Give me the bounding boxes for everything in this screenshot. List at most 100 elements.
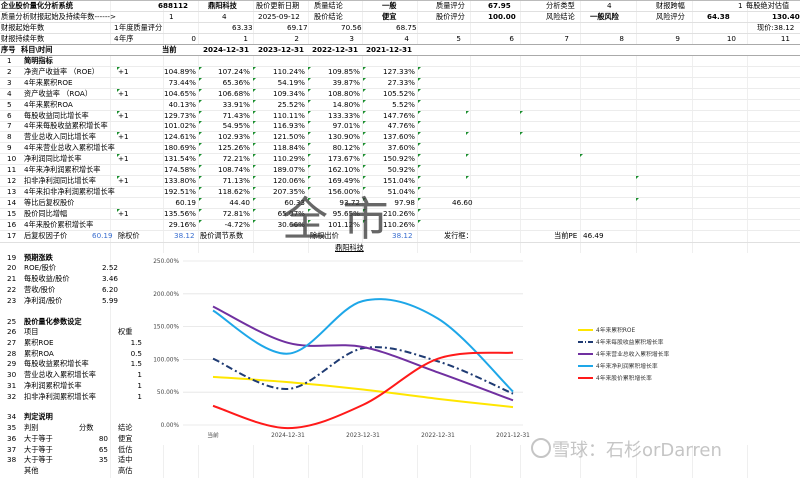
param-weight-input[interactable]: 1: [118, 371, 142, 378]
start-years-input[interactable]: 1: [169, 13, 174, 20]
legend-label: 4年来累积ROE: [596, 326, 635, 334]
forecast-title-index: 19: [7, 253, 17, 262]
table-cell: 118.84%: [273, 143, 305, 153]
forecast-row-value: 2.52: [101, 263, 118, 272]
ex-right-out-value[interactable]: 38.12: [392, 232, 413, 239]
cell-flag-icon: [580, 154, 583, 158]
table-cell: 110.29%: [273, 154, 305, 164]
chart-canvas: 0.00% 50.00% 100.00% 150.00% 200.00% 250.00% 当…: [153, 259, 669, 439]
table-cell: 135.56%: [164, 208, 196, 218]
table-cell: 130.90%: [328, 132, 360, 142]
param-weight-input[interactable]: 1: [118, 382, 142, 389]
quality-score-value: 67.95: [488, 1, 511, 10]
row-flag: +1: [118, 132, 129, 142]
row-index: 12: [7, 175, 17, 185]
row-label: 4年来股价累积增长率: [24, 219, 94, 229]
forecast-row-index: 21: [7, 274, 17, 283]
param-row-index: 28: [7, 348, 17, 358]
year-index-cell: 2: [294, 34, 299, 43]
judge-title-index: 34: [7, 412, 17, 421]
param-weight-input[interactable]: 1.5: [118, 360, 142, 367]
row-label: 净资产收益率 （ROE）: [24, 66, 99, 76]
table-cell: 80.12%: [332, 143, 360, 153]
row-label: 每股收益同比增长率: [24, 110, 89, 120]
x-tick-label: 当前: [207, 431, 219, 439]
cell-flag-icon: [466, 132, 469, 136]
cell-flag-icon: [418, 186, 421, 190]
adj-factor-value[interactable]: 60.19: [92, 232, 113, 239]
table-cell: 97.01%: [332, 121, 360, 131]
param-row-index: 31: [7, 380, 17, 390]
table-cell: 133.33%: [328, 110, 360, 120]
ex-right-value[interactable]: 38.12: [174, 232, 195, 239]
y-tick-label: 200.00%: [153, 292, 179, 298]
param-weight-input[interactable]: 1: [118, 392, 142, 399]
row-index: 6: [7, 110, 12, 120]
duration-years-input[interactable]: 4: [222, 13, 227, 20]
current-pe-label: 当前PE: [554, 231, 578, 240]
param-weight-input[interactable]: 0.5: [118, 349, 142, 356]
year-index-cell: 3: [349, 34, 354, 43]
absolute-valuation-label: 每股绝对估值: [746, 1, 790, 10]
param-row-label: 扣非净利润累积增长率: [24, 391, 96, 401]
judge-row-score[interactable]: 80: [84, 435, 108, 442]
param-row-index: 30: [7, 370, 17, 380]
year-index-cell: 9: [675, 34, 680, 43]
forecast-row-index: 20: [7, 263, 17, 272]
table-cell: 109.34%: [273, 88, 305, 98]
line-chart[interactable]: 0.00% 50.00% 100.00% 150.00% 200.00% 250.00% 当…: [143, 253, 760, 445]
forecast-title: 预期涨跌: [24, 253, 53, 262]
column-header-date: 2021-12-31: [366, 45, 412, 54]
quality-conclusion-value: 一般: [382, 1, 397, 10]
cell-flag-icon: [418, 143, 421, 147]
row-label: 等比后复权股价: [24, 197, 75, 207]
table-cell: 5.52%: [392, 99, 415, 109]
cell-flag-icon: [466, 110, 469, 114]
analysis-type-value[interactable]: 4: [607, 2, 612, 9]
cell-flag-icon: [418, 197, 421, 201]
row-label: 4年来营业总收入累积增长率: [24, 143, 115, 153]
update-date-value: 2025-09-12: [258, 12, 300, 21]
table-cell: 131.54%: [164, 154, 196, 164]
risk-score-value: 64.38: [707, 12, 730, 21]
report-span-value[interactable]: 1: [738, 2, 743, 9]
table-cell: 110.11%: [273, 110, 305, 120]
table-cell: 118.62%: [218, 186, 250, 196]
param-weight-input[interactable]: 1.5: [118, 339, 142, 346]
forecast-row-value: 5.99: [101, 296, 118, 305]
table-cell: 180.69%: [164, 143, 196, 153]
table-cell: 25.52%: [277, 99, 305, 109]
judge-row-conclusion: 低估: [118, 444, 133, 454]
table-cell: 39.87%: [332, 77, 360, 87]
x-tick-label: 2021-12-31: [496, 433, 530, 439]
table-cell: 47.76%: [387, 121, 415, 131]
judge-title: 判定说明: [24, 412, 53, 421]
row-index: 7: [7, 121, 12, 131]
params-title: 股价量化参数设定: [24, 317, 82, 326]
row-index: 13: [7, 186, 17, 196]
judge-row-score[interactable]: 65: [84, 445, 108, 452]
table-cell: 71.13%: [222, 175, 250, 185]
table-cell: 124.61%: [164, 132, 196, 142]
row-label: 简明指标: [24, 56, 53, 65]
stock-code[interactable]: 688112: [158, 2, 188, 9]
table-cell: 108.74%: [218, 165, 250, 174]
forecast-row-value: 3.46: [101, 274, 118, 283]
year-index-cell: 8: [619, 34, 624, 43]
row-index: 3: [7, 77, 12, 87]
judge-head-b: 分数: [79, 423, 94, 432]
forecast-row-value: 6.20: [101, 285, 118, 294]
forecast-row-label: 营收/股价: [24, 285, 56, 294]
judge-row-criterion: 其他: [24, 465, 39, 475]
param-row-index: 29: [7, 359, 17, 369]
table-cell: 106.68%: [218, 88, 250, 98]
year-index-cell: 0: [191, 34, 196, 43]
year-index-cell: 7: [564, 34, 569, 43]
table-cell: 40.13%: [168, 99, 196, 109]
series-line[interactable]: [212, 298, 514, 393]
adj-factor-label: 后复权因子价: [24, 231, 68, 240]
judge-row-score[interactable]: 35: [84, 456, 108, 463]
cell-flag-icon: [466, 154, 469, 158]
row-label: 扣非净利润同比增长率: [24, 175, 96, 185]
company-name: 鼎阳科技: [208, 1, 237, 10]
